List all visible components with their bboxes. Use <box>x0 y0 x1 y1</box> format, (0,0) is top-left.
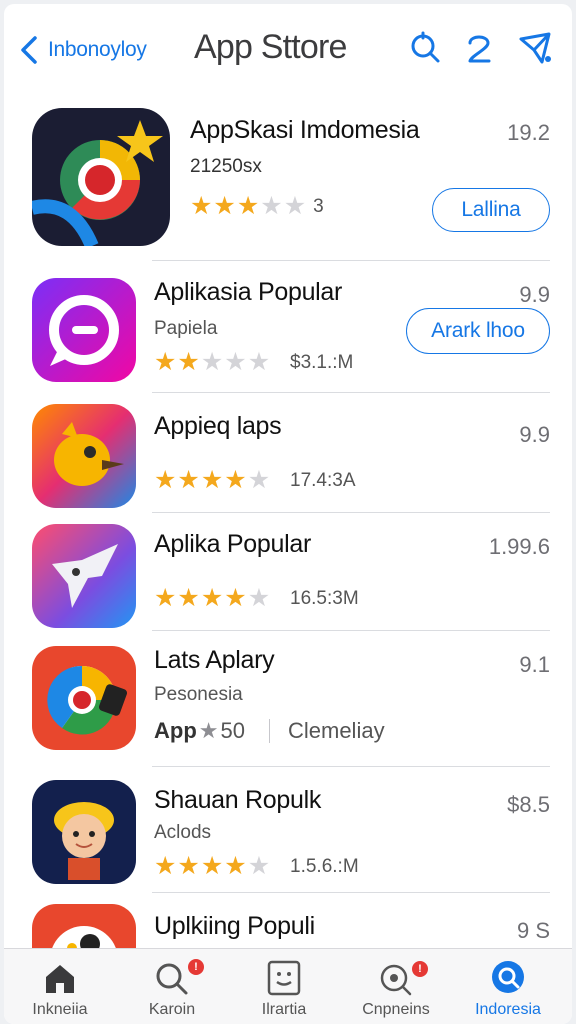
back-button[interactable]: Inbonoyloy <box>18 32 147 68</box>
list-item[interactable]: Appieq laps ★ ★ ★ ★ ★ 17.4:3A 9.9 <box>4 398 572 510</box>
browser-logo-icon <box>32 646 136 750</box>
tab-today[interactable]: Indoresia <box>452 949 564 1024</box>
list-item[interactable]: Lats Aplary Pesonesia App ★ 50 Clemeliay… <box>4 636 572 774</box>
list-item[interactable]: Shauan Ropulk Aclods ★ ★ ★ ★ ★ 1.5.6.:M $8.5 <box>4 772 572 896</box>
app-size: 17.4:3A <box>290 470 356 491</box>
app-name: Appieq laps <box>154 412 282 440</box>
app-rating: 1.99.6 <box>488 534 550 559</box>
chat-logo-icon <box>32 278 136 382</box>
app-rating: 9 S <box>516 918 550 943</box>
app-icon <box>32 524 136 628</box>
star-icon: ★ <box>198 718 219 743</box>
notification-badge: ! <box>188 959 204 975</box>
app-name: Lats Aplary <box>154 646 275 674</box>
app-rating: $8.5 <box>507 792 550 817</box>
meta-count: 50 <box>220 718 245 743</box>
app-icon <box>32 904 136 948</box>
list-item[interactable]: AppSkasi Imdomesia 21250sx ★ ★ ★ ★ ★ 3 19.2 … <box>4 96 572 256</box>
updates-icon <box>376 959 416 997</box>
app-name: Aplika Popular <box>154 530 312 558</box>
divider <box>152 260 550 261</box>
tab-home[interactable]: Inkneiia <box>4 949 116 1024</box>
send-icon <box>519 32 551 64</box>
app-list: AppSkasi Imdomesia 21250sx ★ ★ ★ ★ ★ 3 19.2 … <box>4 96 572 948</box>
app-subtitle: Aclods <box>154 822 212 843</box>
notification-badge: ! <box>412 961 428 977</box>
app-name: AppSkasi Imdomesia <box>190 116 420 144</box>
app-subtitle: Pesonesia <box>154 684 243 705</box>
today-icon <box>488 959 528 997</box>
app-rating: 9.9 <box>519 422 550 447</box>
tab-search[interactable]: ! Karoin <box>116 949 228 1024</box>
star-rating: ★ ★ ★ ★ ★ <box>154 584 271 612</box>
divider <box>152 766 550 767</box>
app-icon <box>32 404 136 508</box>
app-rating: 9.9 <box>519 282 550 307</box>
dragon-logo-icon <box>32 524 136 628</box>
divider <box>152 892 550 893</box>
character-logo-icon <box>32 780 136 884</box>
app-icon <box>32 108 170 246</box>
app-subtitle: 21250sx <box>190 156 262 177</box>
divider <box>152 630 550 631</box>
account-button[interactable] <box>460 28 498 68</box>
tab-label: Indoresia <box>475 1001 541 1018</box>
refresh-search-button[interactable] <box>406 28 444 68</box>
tab-bar: Inkneiia ! Karoin Ilrartia ! Cnpneins In… <box>4 948 572 1024</box>
list-item[interactable]: Aplikasia Popular Papiela ★ ★ ★ ★ ★ $3.1.:M … <box>4 266 572 392</box>
tab-label: Ilrartia <box>261 1001 307 1018</box>
app-store-screen: Inbonoyloy App Sttore AppSkasi Imdomesia… <box>4 4 572 1024</box>
get-button[interactable]: Lallina <box>432 188 550 232</box>
tab-label: Cnpneins <box>362 1001 430 1018</box>
rating-count: 3 <box>313 196 324 217</box>
app-rating: 9.1 <box>519 652 550 677</box>
star-rating: ★ ★ ★ ★ ★ <box>154 466 271 494</box>
page-title: App Sttore <box>194 28 347 66</box>
bird-logo-icon <box>32 404 136 508</box>
share-button[interactable] <box>516 28 554 68</box>
app-name: Shauan Ropulk <box>154 786 322 814</box>
app-meta: App ★ 50 Clemeliay <box>154 718 385 744</box>
back-label: Inbonoyloy <box>48 38 147 61</box>
divider <box>152 512 550 513</box>
app-subtitle: Papiela <box>154 318 218 339</box>
face-logo-icon <box>32 904 136 948</box>
arcade-icon <box>264 959 304 997</box>
account-icon <box>468 35 491 63</box>
list-item[interactable]: Aplika Popular ★ ★ ★ ★ ★ 16.5:3M 1.99.6 <box>4 518 572 630</box>
home-icon <box>40 959 80 997</box>
meta-separator <box>268 719 270 743</box>
app-icon <box>32 780 136 884</box>
app-rating: 19.2 <box>507 120 550 145</box>
tab-label: Karoin <box>148 1001 196 1018</box>
app-size: 16.5:3M <box>290 588 359 609</box>
chevron-left-icon <box>21 36 37 64</box>
app-logo-icon <box>32 108 170 246</box>
tab-arcade[interactable]: Ilrartia <box>228 949 340 1024</box>
app-size: $3.1.:M <box>290 352 354 373</box>
open-button[interactable]: Arark lhoo <box>406 308 550 354</box>
divider <box>152 392 550 393</box>
list-item[interactable]: Uplkiing Populi 9 S <box>4 898 572 948</box>
app-name: Uplkiing Populi <box>154 912 315 940</box>
star-rating: ★ ★ ★ ★ ★ 3 <box>190 192 324 220</box>
search-icon <box>411 31 440 63</box>
app-name: Aplikasia Popular <box>154 278 343 306</box>
star-rating: ★ ★ ★ ★ ★ <box>154 852 271 880</box>
app-size: 1.5.6.:M <box>290 856 359 877</box>
tab-label: Inkneiia <box>32 1001 88 1018</box>
app-icon <box>32 646 136 750</box>
meta-prefix: App <box>154 718 197 743</box>
search-icon <box>152 959 192 997</box>
app-icon <box>32 278 136 382</box>
tab-updates[interactable]: ! Cnpneins <box>340 949 452 1024</box>
star-rating: ★ ★ ★ ★ ★ <box>154 348 271 376</box>
meta-category: Clemeliay <box>287 718 385 743</box>
header: Inbonoyloy App Sttore <box>4 4 572 94</box>
